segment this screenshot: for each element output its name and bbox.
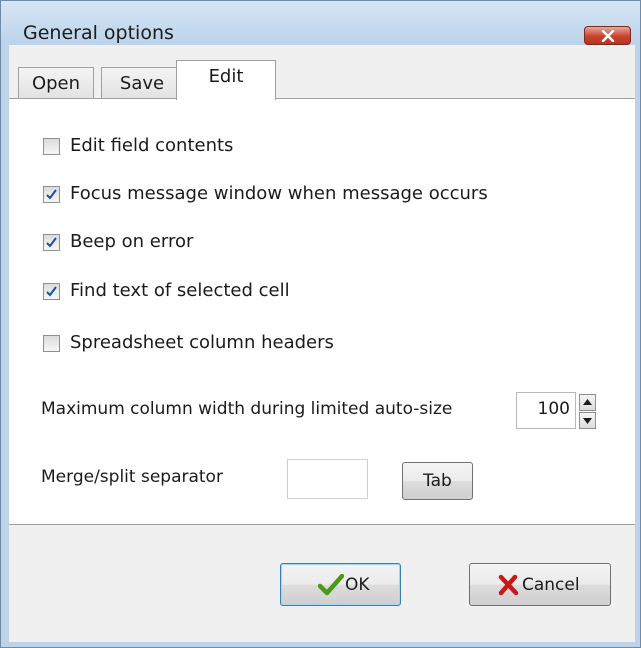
- max-column-width-input[interactable]: 100: [516, 392, 576, 429]
- max-column-width-spinner: [579, 394, 596, 429]
- spin-up-button[interactable]: [579, 394, 596, 411]
- beep-on-error-label: Beep on error: [70, 231, 194, 252]
- edit-field-contents-label: Edit field contents: [70, 135, 234, 156]
- dialog-window: General options Open Save Edit Edit fiel…: [0, 0, 641, 648]
- tab-open[interactable]: Open: [18, 67, 94, 99]
- close-button[interactable]: [584, 26, 631, 45]
- dialog-client-area: Open Save Edit Edit field contents Focus…: [9, 45, 635, 642]
- spreadsheet-column-headers-checkbox[interactable]: [43, 335, 60, 352]
- tab-separator-button[interactable]: Tab: [402, 462, 473, 500]
- focus-message-window-checkbox[interactable]: [43, 186, 60, 203]
- spin-down-button[interactable]: [579, 412, 596, 429]
- arrow-down-icon: [583, 418, 592, 424]
- tab-edit[interactable]: Edit: [176, 60, 276, 100]
- beep-on-error-checkbox[interactable]: [43, 234, 60, 251]
- find-text-selected-cell-checkbox[interactable]: [43, 283, 60, 300]
- tab-separator-button-label: Tab: [423, 471, 452, 491]
- cancel-button-label: Cancel: [522, 575, 580, 595]
- checkmark-icon: [46, 286, 57, 297]
- find-text-selected-cell-label: Find text of selected cell: [70, 280, 290, 301]
- edit-field-contents-checkbox[interactable]: [43, 138, 60, 155]
- edit-tab-panel: Edit field contents Focus message window…: [9, 98, 635, 525]
- cancel-x-icon: [498, 574, 519, 596]
- focus-message-window-label: Focus message window when message occurs: [70, 183, 488, 204]
- ok-button-label: OK: [345, 575, 370, 595]
- window-title: General options: [23, 22, 174, 44]
- merge-split-separator-label: Merge/split separator: [41, 467, 223, 487]
- checkmark-icon: [318, 574, 344, 596]
- close-icon: [601, 30, 615, 42]
- spreadsheet-column-headers-label: Spreadsheet column headers: [70, 332, 334, 353]
- checkmark-icon: [46, 189, 57, 200]
- arrow-up-icon: [583, 399, 592, 405]
- checkmark-icon: [46, 237, 57, 248]
- tab-edit-label: Edit: [208, 66, 244, 87]
- merge-split-separator-input[interactable]: [287, 459, 368, 499]
- tab-save-label: Save: [119, 73, 165, 94]
- tab-open-label: Open: [31, 73, 81, 94]
- cancel-button[interactable]: Cancel: [469, 563, 611, 606]
- max-column-width-label: Maximum column width during limited auto…: [41, 399, 453, 419]
- ok-button[interactable]: OK: [280, 563, 401, 606]
- title-bar[interactable]: General options: [1, 1, 640, 45]
- tab-save[interactable]: Save: [101, 67, 183, 99]
